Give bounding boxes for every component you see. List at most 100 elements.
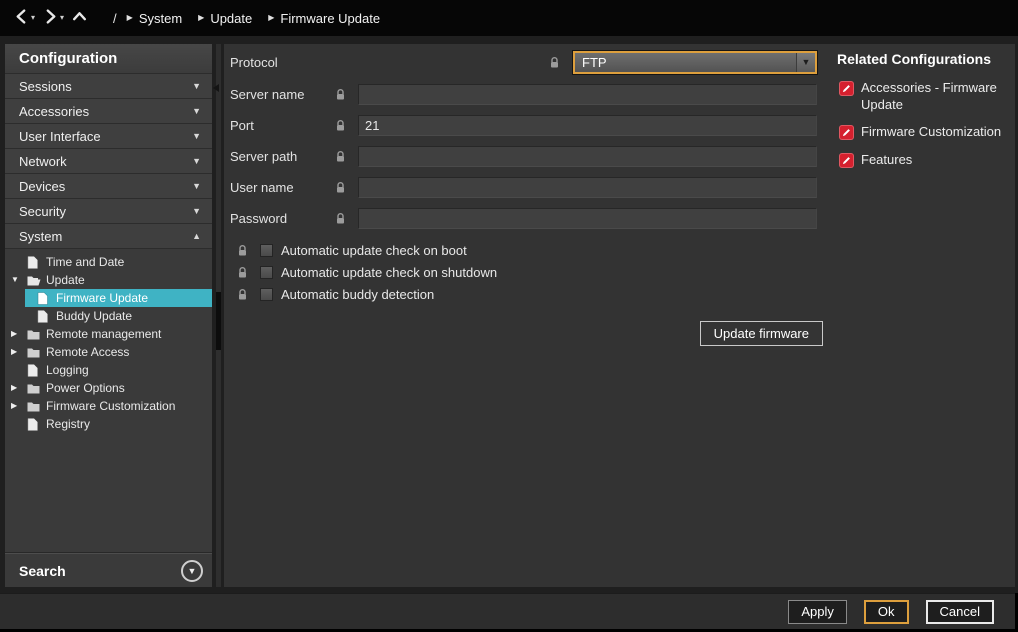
expander-down-icon[interactable]: ▼ bbox=[11, 276, 27, 284]
parameter-lock-icon[interactable] bbox=[334, 150, 350, 164]
tree-item-time-and-date[interactable]: Time and Date bbox=[5, 253, 212, 271]
tree-item-update[interactable]: ▼ Update bbox=[5, 271, 212, 289]
forward-button[interactable]: ▾ bbox=[39, 7, 68, 29]
apply-button[interactable]: Apply bbox=[788, 600, 847, 624]
checkbox-auto-buddy-detection[interactable] bbox=[260, 288, 273, 301]
checkbox-label: Automatic update check on boot bbox=[281, 243, 467, 258]
checkbox-auto-update-shutdown[interactable] bbox=[260, 266, 273, 279]
parameter-lock-icon[interactable] bbox=[236, 287, 252, 301]
checkbox-auto-update-boot[interactable] bbox=[260, 244, 273, 257]
folder-icon bbox=[27, 383, 44, 394]
up-button[interactable] bbox=[68, 7, 91, 29]
chevron-down-icon: ▼ bbox=[192, 82, 201, 91]
expander-right-icon[interactable]: ▶ bbox=[11, 348, 27, 356]
tree-item-buddy-update[interactable]: Buddy Update bbox=[5, 307, 212, 325]
tree-item-firmware-update[interactable]: Firmware Update bbox=[25, 289, 212, 307]
parameter-lock-icon[interactable] bbox=[548, 55, 564, 69]
category-label: Sessions bbox=[19, 79, 192, 94]
scrollbar-thumb[interactable] bbox=[216, 292, 221, 350]
server-name-input[interactable] bbox=[358, 84, 817, 105]
top-navigation-bar: ▾ ▾ / ▶ System ▶ Update ▶ Firmw bbox=[0, 0, 1018, 36]
breadcrumb-root: / bbox=[113, 11, 117, 26]
related-features[interactable]: Features bbox=[837, 152, 1009, 169]
chevron-down-icon: ▼ bbox=[192, 157, 201, 166]
file-icon bbox=[27, 418, 44, 431]
update-firmware-button[interactable]: Update firmware bbox=[700, 321, 823, 346]
chevron-up-icon: ▲ bbox=[192, 232, 201, 241]
chevron-up-icon bbox=[72, 9, 87, 27]
parameter-lock-icon[interactable] bbox=[334, 181, 350, 195]
folder-icon bbox=[27, 401, 44, 412]
breadcrumb-label: System bbox=[139, 11, 182, 26]
breadcrumb-firmware-update[interactable]: ▶ Firmware Update bbox=[268, 11, 380, 26]
file-icon bbox=[37, 292, 54, 305]
server-name-label: Server name bbox=[230, 87, 334, 102]
tree-item-label: Firmware Update bbox=[56, 291, 148, 305]
password-input[interactable] bbox=[358, 208, 817, 229]
sidebar-item-security[interactable]: Security ▼ bbox=[5, 199, 212, 224]
port-label: Port bbox=[230, 118, 334, 133]
sidebar-item-sessions[interactable]: Sessions ▼ bbox=[5, 74, 212, 99]
port-input[interactable] bbox=[358, 115, 817, 136]
related-configurations-title: Related Configurations bbox=[837, 51, 1011, 67]
firmware-update-form: Protocol FTP ▼ Server name Port bbox=[224, 44, 833, 587]
breadcrumb-update[interactable]: ▶ Update bbox=[198, 11, 252, 26]
protocol-label: Protocol bbox=[230, 55, 278, 70]
sidebar-item-user-interface[interactable]: User Interface ▼ bbox=[5, 124, 212, 149]
history-caret-icon: ▾ bbox=[60, 14, 64, 22]
chevron-right-icon bbox=[43, 9, 58, 27]
tree-item-registry[interactable]: Registry bbox=[5, 415, 212, 433]
edit-link-icon bbox=[839, 153, 854, 168]
breadcrumb-system[interactable]: ▶ System bbox=[127, 11, 183, 26]
history-caret-icon: ▾ bbox=[31, 14, 35, 22]
back-button[interactable]: ▾ bbox=[10, 7, 39, 29]
system-tree: Time and Date ▼ Update Firmware Update B… bbox=[5, 249, 212, 553]
ok-button[interactable]: Ok bbox=[864, 600, 909, 624]
tree-item-label: Time and Date bbox=[46, 255, 124, 269]
tree-item-remote-access[interactable]: ▶ Remote Access bbox=[5, 343, 212, 361]
expander-right-icon[interactable]: ▶ bbox=[11, 384, 27, 392]
expander-right-icon[interactable]: ▶ bbox=[11, 402, 27, 410]
tree-item-remote-management[interactable]: ▶ Remote management bbox=[5, 325, 212, 343]
collapse-sidebar-icon[interactable] bbox=[213, 84, 219, 92]
protocol-selected-value: FTP bbox=[575, 55, 796, 70]
checkbox-label: Automatic buddy detection bbox=[281, 287, 434, 302]
user-name-input[interactable] bbox=[358, 177, 817, 198]
parameter-lock-icon[interactable] bbox=[236, 265, 252, 279]
server-path-input[interactable] bbox=[358, 146, 817, 167]
tree-item-firmware-customization[interactable]: ▶ Firmware Customization bbox=[5, 397, 212, 415]
chevron-down-icon: ▼ bbox=[192, 182, 201, 191]
expander-right-icon[interactable]: ▶ bbox=[11, 330, 27, 338]
tree-item-label: Registry bbox=[46, 417, 90, 431]
dropdown-arrow-icon[interactable]: ▼ bbox=[796, 53, 815, 72]
sidebar-item-system[interactable]: System ▲ bbox=[5, 224, 212, 249]
related-accessories-firmware-update[interactable]: Accessories - Firmware Update bbox=[837, 80, 1009, 113]
parameter-lock-icon[interactable] bbox=[334, 119, 350, 133]
server-path-row: Server path bbox=[230, 146, 817, 167]
sidebar-splitter[interactable] bbox=[212, 44, 224, 587]
parameter-lock-icon[interactable] bbox=[334, 88, 350, 102]
tree-item-logging[interactable]: Logging bbox=[5, 361, 212, 379]
search-expand-button[interactable]: ▼ bbox=[181, 560, 203, 582]
protocol-row: Protocol FTP ▼ bbox=[230, 50, 817, 74]
user-name-row: User name bbox=[230, 177, 817, 198]
sidebar-item-devices[interactable]: Devices ▼ bbox=[5, 174, 212, 199]
tree-item-power-options[interactable]: ▶ Power Options bbox=[5, 379, 212, 397]
cancel-button[interactable]: Cancel bbox=[926, 600, 994, 624]
parameter-lock-icon[interactable] bbox=[236, 243, 252, 257]
tree-item-label: Remote management bbox=[46, 327, 161, 341]
sidebar-item-accessories[interactable]: Accessories ▼ bbox=[5, 99, 212, 124]
user-name-label: User name bbox=[230, 180, 334, 195]
tree-item-label: Power Options bbox=[46, 381, 125, 395]
content-area: Configuration Sessions ▼ Accessories ▼ U… bbox=[0, 36, 1018, 593]
server-path-label: Server path bbox=[230, 149, 334, 164]
chevron-down-icon: ▼ bbox=[192, 132, 201, 141]
file-icon bbox=[27, 256, 44, 269]
related-item-label: Firmware Customization bbox=[861, 124, 1009, 141]
sidebar-item-network[interactable]: Network ▼ bbox=[5, 149, 212, 174]
category-label: Network bbox=[19, 154, 192, 169]
password-label: Password bbox=[230, 211, 334, 226]
parameter-lock-icon[interactable] bbox=[334, 212, 350, 226]
protocol-select[interactable]: FTP ▼ bbox=[573, 51, 817, 74]
related-firmware-customization[interactable]: Firmware Customization bbox=[837, 124, 1009, 141]
